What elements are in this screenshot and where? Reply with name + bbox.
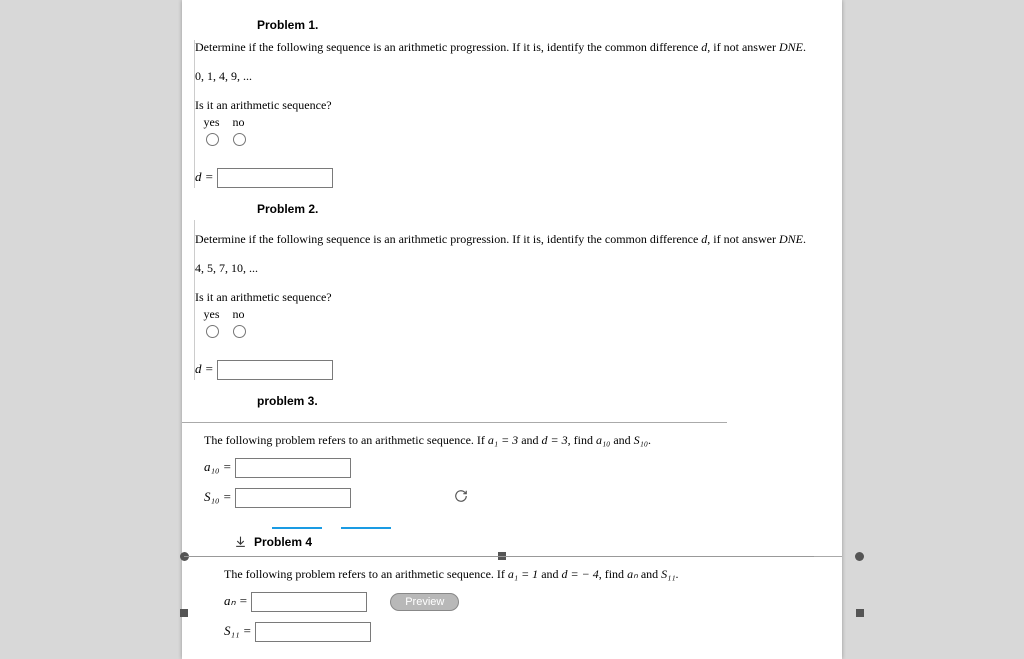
no-label: no: [228, 115, 255, 130]
text: .: [803, 232, 806, 246]
dne: DNE: [779, 40, 803, 54]
problem-2-text: Determine if the following sequence is a…: [195, 232, 842, 247]
underline: [341, 527, 391, 529]
a10-row: a₁₀ =: [204, 458, 842, 478]
preview-button[interactable]: Preview: [390, 593, 459, 611]
yes-label: yes: [201, 115, 228, 130]
s11-row: S₁₁ =: [224, 622, 842, 642]
problem-4-body: The following problem refers to an arith…: [214, 556, 842, 642]
text: and: [638, 567, 661, 581]
page: Problem 1. Determine if the following se…: [182, 0, 842, 659]
s11-input[interactable]: [255, 622, 371, 642]
text: The following problem refers to an arith…: [224, 567, 508, 581]
d-label: d =: [195, 361, 214, 376]
s10-input[interactable]: [235, 488, 351, 508]
text: and: [538, 567, 561, 581]
divider: [182, 422, 727, 423]
an-row: aₙ = Preview: [224, 592, 842, 612]
d-expr: d = 3: [542, 433, 568, 447]
problem-4-heading: Problem 4: [254, 527, 312, 553]
a10-label: a₁₀ =: [204, 459, 232, 474]
text: , if not answer: [707, 232, 779, 246]
d-expr: d = − 4: [562, 567, 599, 581]
an: aₙ: [627, 567, 638, 581]
problem-2-heading: Problem 2.: [257, 194, 842, 220]
radio-yes[interactable]: [206, 325, 219, 338]
problem-4-text: The following problem refers to an arith…: [224, 567, 842, 582]
text: Determine if the following sequence is a…: [195, 40, 701, 54]
a1-expr: a₁ = 3: [488, 433, 518, 447]
s10-row: S₁₀ =: [204, 488, 842, 508]
a10-input[interactable]: [235, 458, 351, 478]
an-label: aₙ =: [224, 593, 248, 608]
content: Problem 1. Determine if the following se…: [182, 0, 842, 642]
a10: a₁₀: [596, 433, 610, 447]
problem-1-heading: Problem 1.: [257, 10, 842, 36]
an-input[interactable]: [251, 592, 367, 612]
problem-1-question: Is it an arithmetic sequence?: [195, 98, 842, 113]
text: Determine if the following sequence is a…: [195, 232, 701, 246]
text: and: [518, 433, 541, 447]
s11-label: S₁₁ =: [224, 623, 252, 638]
s10-label: S₁₀ =: [204, 489, 232, 504]
problem-3-heading: problem 3.: [257, 386, 842, 412]
download-icon[interactable]: [234, 535, 247, 552]
text: and: [610, 433, 633, 447]
dne: DNE: [779, 232, 803, 246]
d-input[interactable]: [217, 360, 333, 380]
radio-no[interactable]: [233, 133, 246, 146]
text: , if not answer: [707, 40, 779, 54]
problem-1-d-row: d =: [195, 168, 842, 188]
d-input[interactable]: [217, 168, 333, 188]
text: .: [648, 433, 651, 447]
yes-label: yes: [201, 307, 228, 322]
problem-2-body: Determine if the following sequence is a…: [194, 220, 842, 380]
s10: S₁₀: [634, 433, 648, 447]
handle-circle[interactable]: [855, 552, 864, 561]
blue-underlines: [264, 518, 842, 533]
text: .: [803, 40, 806, 54]
radio-no[interactable]: [233, 325, 246, 338]
handle-square[interactable]: [856, 609, 864, 617]
handle-square[interactable]: [180, 609, 188, 617]
text: , find: [568, 433, 596, 447]
problem-1-sequence: 0, 1, 4, 9, ...: [195, 69, 842, 84]
problem-2-d-row: d =: [195, 360, 842, 380]
text: The following problem refers to an arith…: [204, 433, 488, 447]
a1-expr: a₁ = 1: [508, 567, 538, 581]
radio-yes[interactable]: [206, 133, 219, 146]
problem-1-body: Determine if the following sequence is a…: [194, 40, 842, 188]
d-label: d =: [195, 169, 214, 184]
refresh-icon[interactable]: [454, 489, 468, 507]
problem-2-sequence: 4, 5, 7, 10, ...: [195, 261, 842, 276]
problem-2-question: Is it an arithmetic sequence?: [195, 290, 842, 305]
problem-1-radios: yes no: [201, 115, 842, 150]
problem-2-radios: yes no: [201, 307, 842, 342]
problem-3-body: The following problem refers to an arith…: [194, 433, 842, 533]
problem-3-text: The following problem refers to an arith…: [204, 433, 842, 448]
selection-edge: [184, 556, 814, 557]
text: , find: [599, 567, 627, 581]
text: .: [676, 567, 679, 581]
s11: S₁₁: [661, 567, 675, 581]
problem-1-text: Determine if the following sequence is a…: [195, 40, 842, 55]
no-label: no: [228, 307, 255, 322]
